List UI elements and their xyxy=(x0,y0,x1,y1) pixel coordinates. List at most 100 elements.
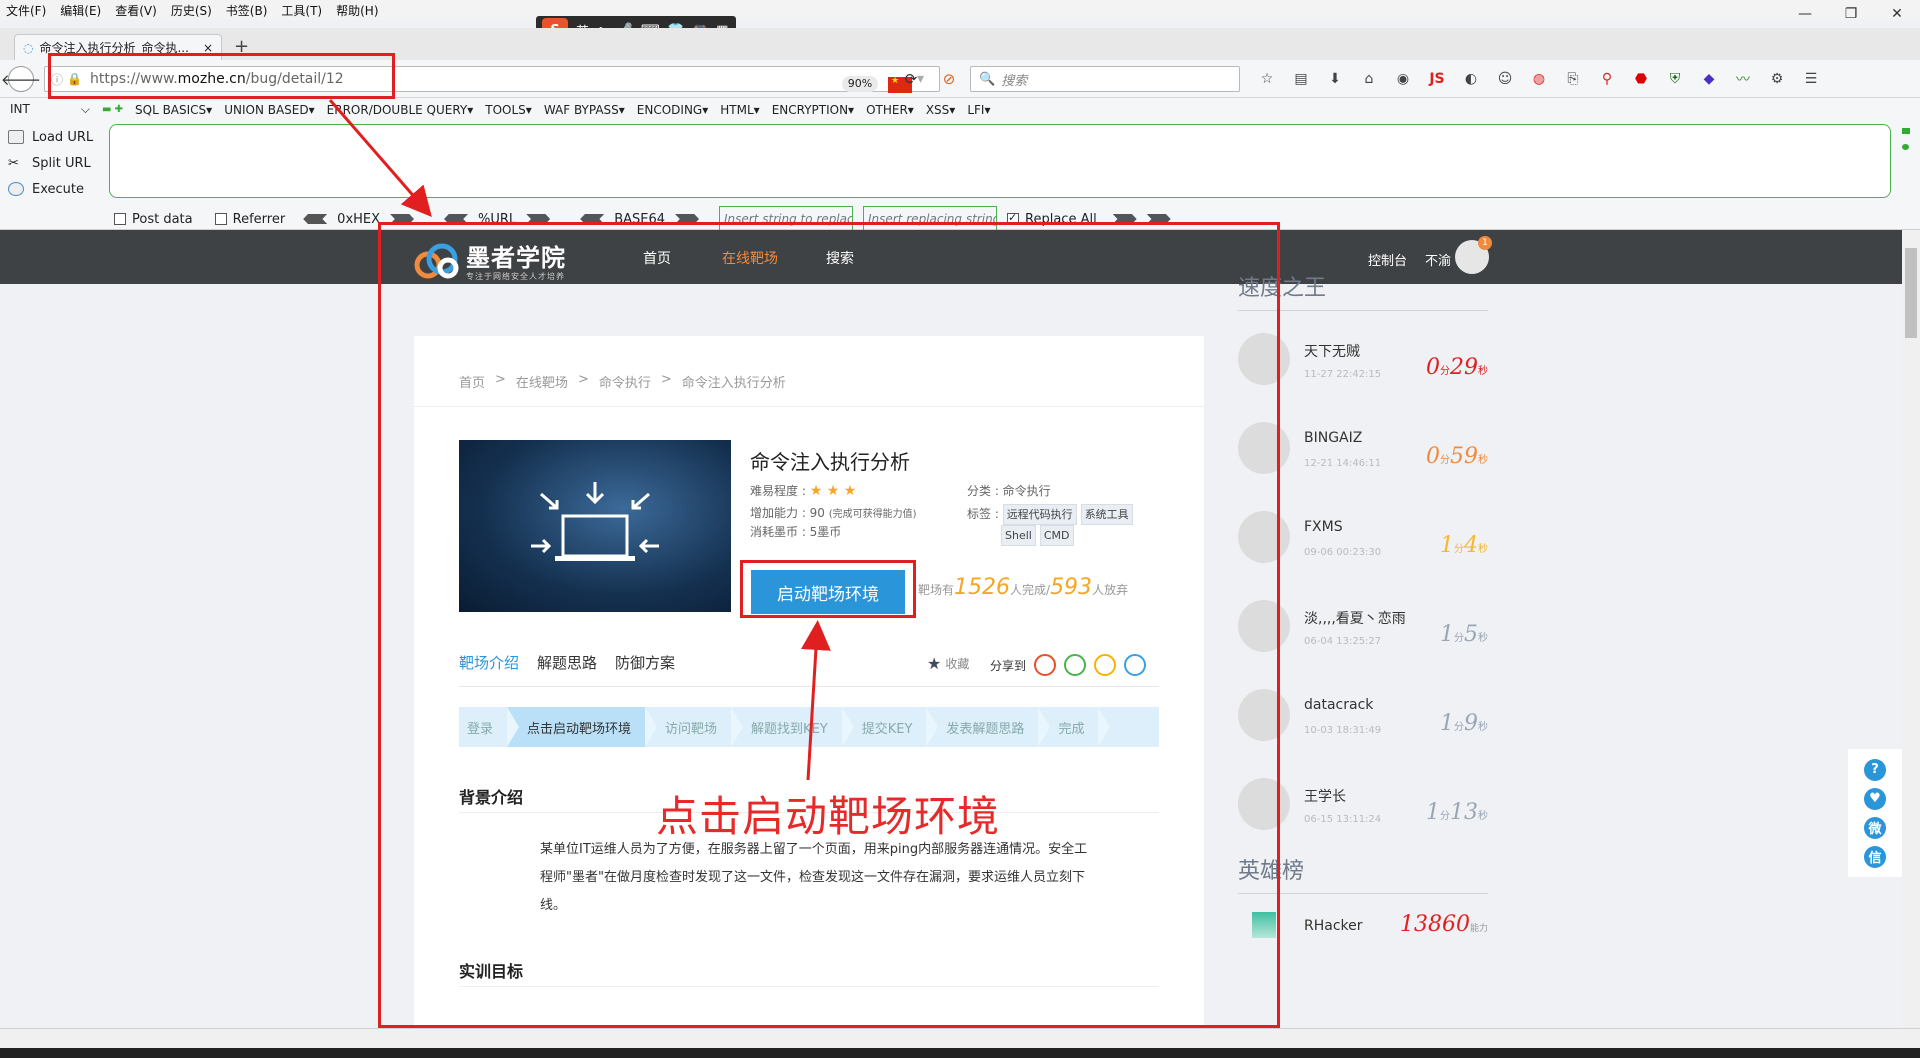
back-button[interactable]: 🡐 xyxy=(1,66,41,92)
hex-encode-arrow-icon[interactable] xyxy=(390,214,415,224)
url-encode-arrow-icon[interactable] xyxy=(526,214,551,224)
home-icon[interactable]: ⌂ xyxy=(1352,68,1386,90)
split-url-button[interactable]: ✂ Split URL xyxy=(8,150,93,176)
post-data-checkbox[interactable]: Post data xyxy=(114,212,193,227)
speed-rank-item[interactable]: FXMS 09-06 00:23:30 1分4秒 xyxy=(1238,489,1488,578)
site-logo[interactable]: 墨者学院 专注于网络安全人才培养 xyxy=(414,238,566,282)
menu-file[interactable]: 文件(F) xyxy=(6,2,46,19)
extension-red-icon[interactable]: ◍ xyxy=(1522,68,1556,90)
hackbar-url-textarea[interactable] xyxy=(109,124,1891,198)
user-name[interactable]: 不渝 xyxy=(1425,250,1451,269)
heart-icon[interactable]: ♥ xyxy=(1864,787,1886,810)
reload-icon[interactable]: ⟳ xyxy=(900,68,922,90)
adblock-icon[interactable]: ⊘ xyxy=(938,68,960,90)
speed-rank-item[interactable]: 王学长 06-15 13:11:24 1分13秒 xyxy=(1238,756,1488,845)
menu-encryption[interactable]: ENCRYPTION▾ xyxy=(772,103,854,117)
gear-icon[interactable]: ⚙ xyxy=(1760,68,1794,90)
tag-shell[interactable]: Shell xyxy=(1001,525,1036,546)
wechat-share-icon[interactable] xyxy=(1064,654,1087,676)
notification-badge[interactable]: 1 xyxy=(1478,236,1492,250)
execute-button[interactable]: Execute xyxy=(8,176,93,202)
menu-lfi[interactable]: LFI▾ xyxy=(967,103,990,117)
search-bar[interactable]: 🔍 搜索 xyxy=(970,66,1240,92)
load-url-button[interactable]: Load URL xyxy=(8,124,93,150)
url-bar[interactable]: ⓘ 🔒 https://www.mozhe.cn/bug/detail/12 9… xyxy=(44,66,940,93)
tab-defense[interactable]: 防御方案 xyxy=(615,652,675,673)
menu-waf-bypass[interactable]: WAF BYPASS▾ xyxy=(544,103,625,117)
tag-rce[interactable]: 远程代码执行 xyxy=(1002,504,1077,525)
replace-all-checkbox[interactable]: Replace All xyxy=(1007,211,1097,227)
diamond-icon[interactable]: ◆ xyxy=(1692,68,1726,90)
weibo-icon[interactable]: 微 xyxy=(1864,816,1886,839)
tab-close-icon[interactable]: × xyxy=(203,41,213,55)
tag-cmd[interactable]: CMD xyxy=(1039,525,1074,546)
menu-view[interactable]: 查看(V) xyxy=(115,2,157,19)
hero-item[interactable]: RHacker 13860能力 xyxy=(1238,894,1488,954)
bookmark-star-icon[interactable]: ☆ xyxy=(1250,68,1284,90)
base64-decode-arrow-icon[interactable] xyxy=(580,214,605,224)
replace-string-input[interactable]: Insert string to replace xyxy=(719,206,854,232)
wechat-icon[interactable]: 信 xyxy=(1864,845,1886,868)
menu-xss[interactable]: XSS▾ xyxy=(926,103,955,117)
menu-history[interactable]: 历史(S) xyxy=(171,2,212,19)
menu-sql-basics[interactable]: SQL BASICS▾ xyxy=(135,103,212,117)
magnifier-icon[interactable]: ⚲ xyxy=(1590,68,1624,90)
hex-decode-arrow-icon[interactable] xyxy=(303,214,328,224)
menu-union-based[interactable]: UNION BASED▾ xyxy=(224,103,314,117)
palette-icon[interactable]: ☺ xyxy=(1488,68,1522,90)
replace-arrow-2-icon[interactable] xyxy=(1146,214,1171,224)
nav-search[interactable]: 搜索 xyxy=(826,248,854,268)
tag-system-tools[interactable]: 系统工具 xyxy=(1080,504,1133,525)
console-link[interactable]: 控制台 xyxy=(1368,250,1407,269)
page-icon[interactable]: ⎘ xyxy=(1556,68,1590,90)
new-tab-button[interactable]: + xyxy=(234,36,249,57)
help-icon[interactable]: ? xyxy=(1864,758,1886,781)
menu-help[interactable]: 帮助(H) xyxy=(336,2,378,19)
menu-edit[interactable]: 编辑(E) xyxy=(60,2,101,19)
tab-intro[interactable]: 靶场介绍 xyxy=(459,652,519,673)
download-icon[interactable]: ⬇ xyxy=(1318,68,1352,90)
speed-rank-item[interactable]: 天下无贼 11-27 22:42:15 0分29秒 xyxy=(1238,311,1488,400)
tab-solution[interactable]: 解题思路 xyxy=(537,652,597,673)
nav-home[interactable]: 首页 xyxy=(643,248,671,268)
menu-tools[interactable]: 工具(T) xyxy=(281,2,322,19)
abp-icon[interactable]: ⬣ xyxy=(1624,68,1658,90)
nav-online-range[interactable]: 在线靶场 xyxy=(722,248,778,268)
breadcrumb-category[interactable]: 命令执行 xyxy=(599,372,651,391)
weibo-share-icon[interactable] xyxy=(1034,654,1057,676)
collect-button[interactable]: ★ 收藏 xyxy=(927,654,969,673)
base64-encode-arrow-icon[interactable] xyxy=(675,214,700,224)
url-text[interactable]: https://www.mozhe.cn/bug/detail/12 xyxy=(90,71,344,87)
url-decode-arrow-icon[interactable] xyxy=(444,214,469,224)
info-icon[interactable]: ⓘ xyxy=(51,71,63,88)
breadcrumb-home[interactable]: 首页 xyxy=(459,372,485,391)
page-scrollbar[interactable] xyxy=(1902,230,1920,1028)
reading-list-icon[interactable]: ▤ xyxy=(1284,68,1318,90)
menu-html[interactable]: HTML▾ xyxy=(720,103,759,117)
hackbar-toggle-icon[interactable]: ▬ ✚ xyxy=(102,104,123,115)
speed-rank-item[interactable]: 淡,,,,看夏丶恋雨 06-04 13:25:27 1分5秒 xyxy=(1238,578,1488,667)
menu-encoding[interactable]: ENCODING▾ xyxy=(637,103,708,117)
zoom-badge[interactable]: 90% xyxy=(842,76,878,92)
qq-share-icon[interactable] xyxy=(1124,654,1147,676)
scroll-thumb[interactable] xyxy=(1905,248,1917,338)
tab-active[interactable]: ◌ 命令注入执行分析_命令执... × xyxy=(14,34,222,60)
js-icon[interactable]: JS xyxy=(1420,68,1454,90)
replace-arrow-icon[interactable] xyxy=(1112,214,1137,224)
colorzilla-icon[interactable]: ◐ xyxy=(1454,68,1488,90)
restore-icon[interactable]: ❐ xyxy=(1828,0,1874,28)
menu-other[interactable]: OTHER▾ xyxy=(866,103,914,117)
wave-icon[interactable]: 〰 xyxy=(1726,68,1760,90)
menu-bookmarks[interactable]: 书签(B) xyxy=(226,2,268,19)
int-select[interactable]: INT ⌵ xyxy=(10,102,90,117)
qzone-share-icon[interactable] xyxy=(1094,654,1117,676)
replacing-string-input[interactable]: Insert replacing string xyxy=(863,206,998,232)
speed-rank-item[interactable]: datacrack 10-03 18:31:49 1分9秒 xyxy=(1238,667,1488,756)
shield-icon[interactable]: ⛨ xyxy=(1658,68,1692,90)
menu-error-double-query[interactable]: ERROR/DOUBLE QUERY▾ xyxy=(327,103,474,117)
close-window-icon[interactable]: ✕ xyxy=(1874,0,1920,28)
speed-rank-item[interactable]: BINGAIZ 12-21 14:46:11 0分59秒 xyxy=(1238,400,1488,489)
start-range-button[interactable]: 启动靶场环境 xyxy=(751,570,905,614)
globe-icon[interactable]: ◉ xyxy=(1386,68,1420,90)
breadcrumb-range[interactable]: 在线靶场 xyxy=(516,372,568,391)
